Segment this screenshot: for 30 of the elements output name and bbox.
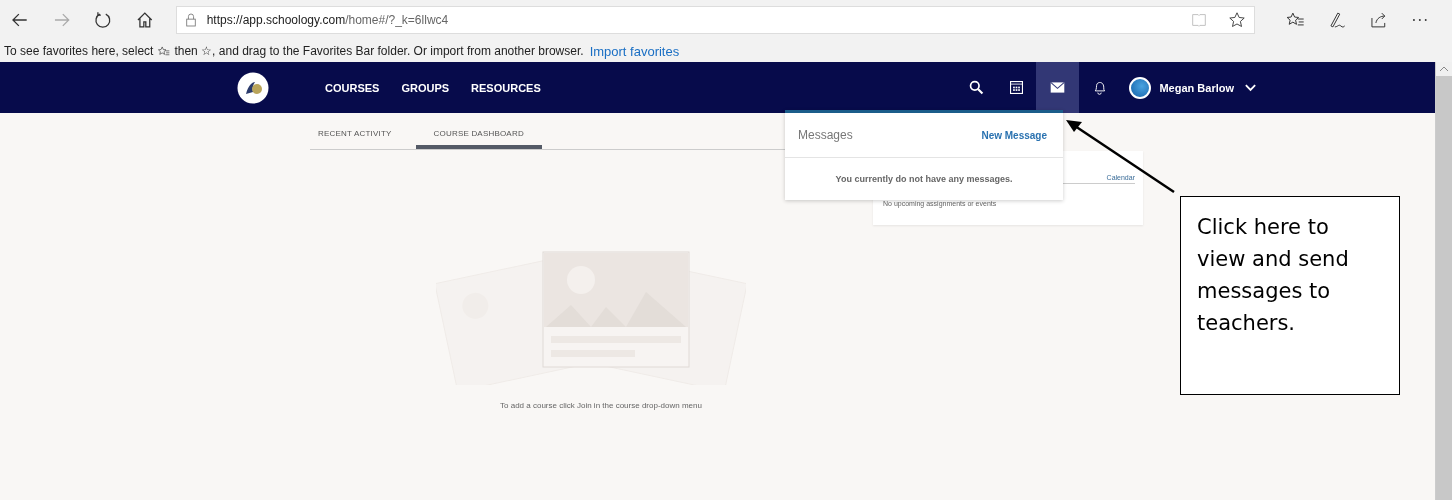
favorites-hint: then ☆, and drag to the Favorites Bar folder. Or import from another browser. bbox=[174, 44, 584, 58]
star-icon[interactable] bbox=[1228, 11, 1247, 29]
user-name[interactable]: Megan Barlow bbox=[1159, 81, 1234, 94]
messages-button[interactable] bbox=[1036, 62, 1080, 113]
nav-link[interactable]: RESOURCES bbox=[471, 81, 541, 94]
calendar-icon[interactable] bbox=[1007, 79, 1025, 96]
refresh-icon[interactable] bbox=[93, 10, 113, 30]
school-logo[interactable] bbox=[237, 71, 269, 104]
lock-icon bbox=[184, 13, 197, 27]
pen-icon[interactable] bbox=[1327, 10, 1347, 30]
no-messages-text: You currently do not have any messages. bbox=[834, 173, 1014, 186]
address-bar[interactable]: https://app.schoology.com/home#/?_k=6llwc4 bbox=[175, 6, 1256, 34]
empty-state-message: To add a course click Join in the course drop-down menu bbox=[499, 401, 702, 410]
search-icon[interactable] bbox=[967, 79, 985, 96]
favorites-hint: To see favorites here, select bbox=[4, 44, 154, 58]
tab[interactable]: COURSE DASHBOARD bbox=[415, 126, 542, 149]
chevron-down-icon[interactable] bbox=[1244, 82, 1257, 93]
scroll-up-icon[interactable] bbox=[1439, 65, 1449, 73]
dropdown-title: Messages bbox=[798, 128, 853, 142]
import-favorites-link[interactable]: Import favorites bbox=[589, 43, 680, 59]
avatar[interactable] bbox=[1129, 76, 1152, 99]
annotation-callout: Click here to view and send messages to teachers. bbox=[1180, 196, 1400, 395]
scrollbar[interactable] bbox=[1435, 62, 1452, 500]
new-message-link[interactable]: New Message bbox=[981, 129, 1047, 141]
nav-link[interactable]: GROUPS bbox=[401, 81, 450, 94]
tab[interactable]: RECENT ACTIVITY bbox=[318, 126, 392, 149]
url-text: https://app.schoology.com/home#/?_k=6llwc4 bbox=[206, 13, 450, 27]
nav-link[interactable]: COURSES bbox=[325, 81, 380, 94]
envelope-icon[interactable] bbox=[1049, 79, 1067, 96]
favorites-icon bbox=[157, 44, 171, 58]
